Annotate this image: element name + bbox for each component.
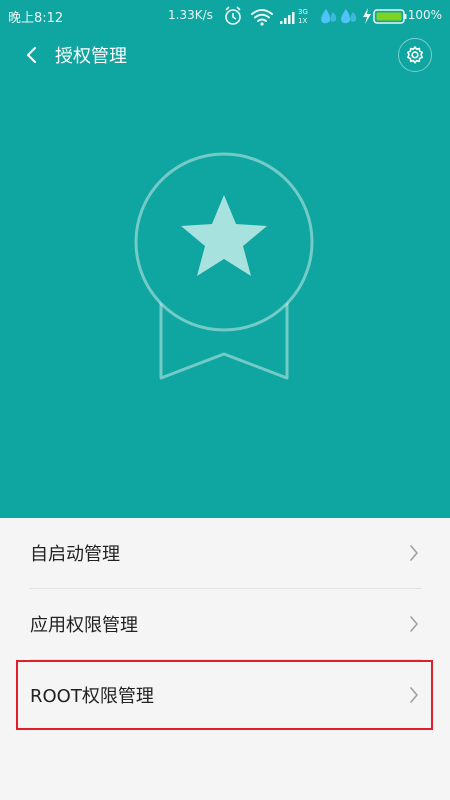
battery-icon: [373, 9, 407, 24]
battery-percent: 100%: [407, 8, 442, 22]
network-speed: 1.33K/s: [168, 8, 213, 22]
list-item-label: 自启动管理: [30, 544, 120, 565]
chevron-right-icon: [410, 616, 418, 632]
gear-icon: [407, 46, 423, 64]
list-item-autostart[interactable]: 自启动管理: [0, 518, 450, 588]
back-button[interactable]: [16, 40, 48, 70]
title-bar: 授权管理: [0, 30, 450, 80]
settings-list: 自启动管理 应用权限管理 ROOT权限管理: [0, 518, 450, 800]
header-banner: 晚上8:12 1.33K/s 3G 1X 100% 授权管理: [0, 0, 450, 518]
svg-text:3G: 3G: [298, 8, 308, 16]
wifi-icon: [251, 9, 273, 26]
chevron-left-icon: [27, 47, 36, 63]
svg-text:1X: 1X: [298, 17, 307, 25]
status-bar: 晚上8:12 1.33K/s 3G 1X 100%: [0, 0, 450, 30]
page-title: 授权管理: [55, 46, 127, 67]
highlight-box: [16, 660, 433, 730]
settings-button[interactable]: [398, 38, 432, 72]
chevron-right-icon: [410, 545, 418, 561]
drop-icon: [341, 9, 357, 24]
list-item-app-permissions[interactable]: 应用权限管理: [0, 589, 450, 659]
signal-3g-1x-icon: 3G 1X: [280, 8, 308, 25]
drop-icon: [321, 9, 337, 24]
charging-icon: [363, 8, 371, 24]
list-item-label: 应用权限管理: [30, 615, 138, 636]
status-time: 晚上8:12: [8, 11, 64, 26]
award-badge-icon: [134, 152, 314, 380]
alarm-icon: [225, 6, 241, 25]
